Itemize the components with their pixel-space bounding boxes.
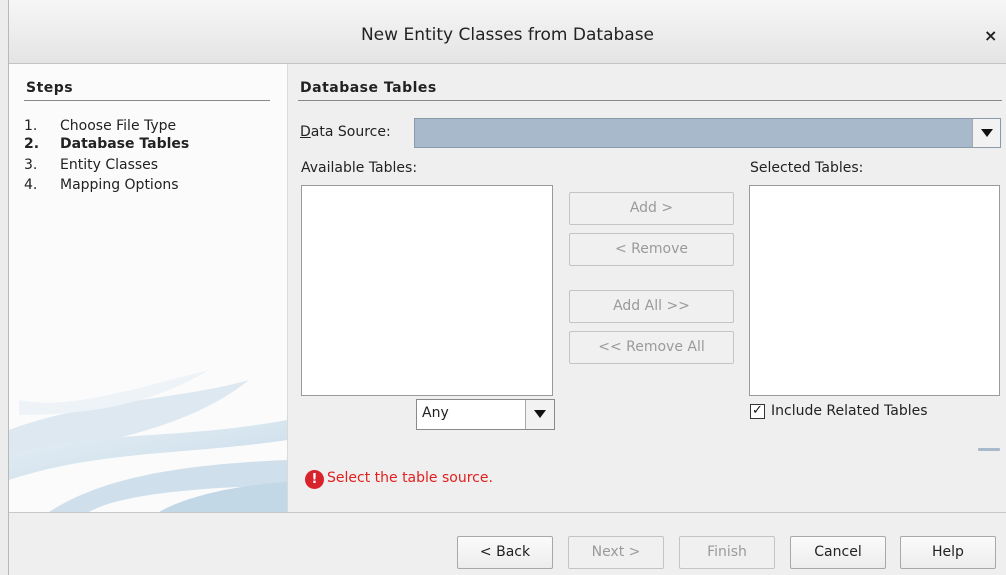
next-button[interactable]: Next > (568, 536, 664, 569)
data-source-select[interactable] (414, 118, 1001, 148)
step-item: 1. Choose File Type (24, 118, 176, 134)
add-button[interactable]: Add > (569, 192, 734, 225)
step-label: Choose File Type (60, 118, 177, 134)
step-label: Database Tables (60, 136, 190, 152)
selected-tables-list[interactable] (749, 185, 1000, 396)
step-number: 1. (24, 118, 38, 134)
step-number: 3. (24, 157, 38, 173)
steps-divider (24, 100, 270, 101)
steps-heading: Steps (26, 80, 74, 96)
table-filter-dropdown-button[interactable] (525, 400, 554, 429)
dialog-title: New Entity Classes from Database (360, 25, 655, 45)
add-all-button[interactable]: Add All >> (569, 290, 734, 323)
include-related-checkbox[interactable]: ✓ (750, 404, 765, 419)
resize-handle[interactable] (978, 448, 1000, 451)
data-source-mnemonic: D (300, 124, 311, 140)
chevron-down-icon (534, 410, 546, 418)
back-button[interactable]: < Back (457, 536, 553, 569)
error-icon: ! (305, 470, 324, 489)
page-title: Database Tables (300, 80, 437, 96)
step-item: 4. Mapping Options (24, 177, 179, 193)
finish-button[interactable]: Finish (679, 536, 775, 569)
step-label: Mapping Options (60, 177, 179, 193)
step-number: 4. (24, 177, 38, 193)
step-label: Entity Classes (60, 157, 159, 173)
available-tables-list[interactable] (301, 185, 553, 396)
decorative-swoosh (9, 370, 287, 512)
close-icon[interactable]: × (984, 26, 1002, 46)
help-button[interactable]: Help (900, 536, 996, 569)
data-source-label: Data Source: (300, 124, 391, 140)
step-item: 3. Entity Classes (24, 157, 158, 173)
remove-all-button[interactable]: << Remove All (569, 331, 734, 364)
error-message: Select the table source. (327, 470, 493, 486)
include-related-label[interactable]: Include Related Tables (771, 403, 928, 419)
data-source-dropdown-button[interactable] (972, 119, 1000, 147)
cancel-button[interactable]: Cancel (790, 536, 886, 569)
footer-divider (9, 512, 1006, 513)
table-filter-value: Any (422, 405, 449, 421)
step-item-current: 2. Database Tables (24, 136, 189, 152)
available-tables-label: Available Tables: (301, 160, 418, 176)
remove-button[interactable]: < Remove (569, 233, 734, 266)
step-number: 2. (24, 136, 40, 152)
page-title-divider (298, 100, 1002, 101)
selected-tables-label: Selected Tables: (750, 160, 864, 176)
chevron-down-icon (981, 129, 993, 137)
data-source-label-rest: ata Source: (310, 124, 391, 140)
